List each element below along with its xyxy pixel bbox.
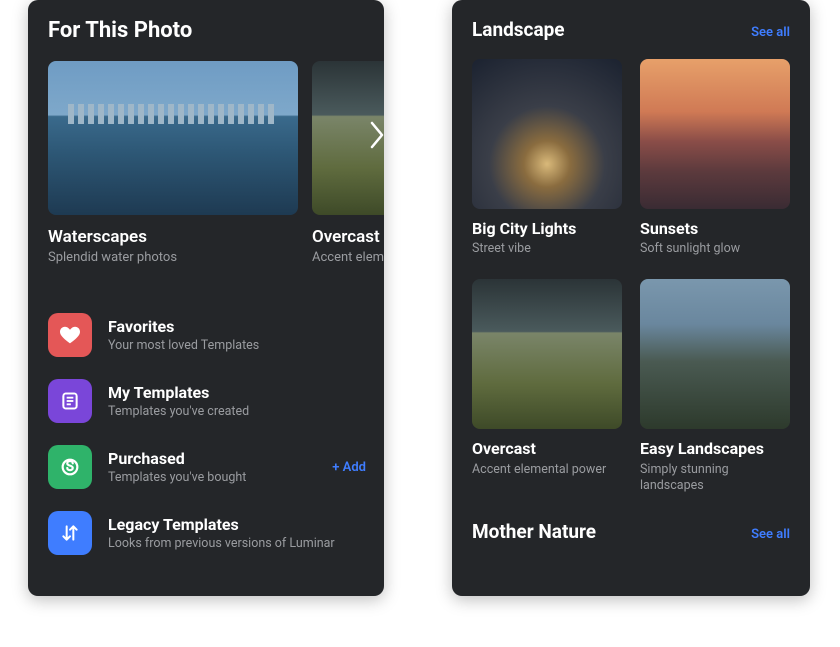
carousel-card[interactable]: Overcast Accent elemental	[312, 61, 384, 265]
menu-item-favorites[interactable]: Favorites Your most loved Templates	[48, 313, 372, 357]
menu-item-title: My Templates	[108, 383, 372, 402]
template-menu: Favorites Your most loved Templates My T…	[48, 313, 384, 555]
menu-item-labels: Purchased Templates you've bought	[108, 449, 316, 485]
grid-card-subtitle: Accent elemental power	[472, 462, 622, 478]
template-carousel: Waterscapes Splendid water photos Overca…	[48, 61, 384, 265]
for-this-photo-panel: For This Photo Waterscapes Splendid wate…	[28, 0, 384, 596]
menu-item-my-templates[interactable]: My Templates Templates you've created	[48, 379, 372, 423]
grid-card-title: Easy Landscapes	[640, 439, 790, 458]
carousel-card-title: Overcast	[312, 227, 384, 247]
menu-item-labels: Favorites Your most loved Templates	[108, 317, 372, 353]
grid-card-title: Overcast	[472, 439, 622, 458]
grid-card-subtitle: Street vibe	[472, 241, 622, 257]
menu-item-title: Legacy Templates	[108, 515, 372, 534]
grid-card-sunsets[interactable]: Sunsets Soft sunlight glow	[640, 59, 790, 257]
menu-item-labels: My Templates Templates you've created	[108, 383, 372, 419]
categories-panel: Landscape See all Big City Lights Street…	[452, 0, 810, 596]
thumb-overcast[interactable]	[312, 61, 384, 215]
carousel-card-title: Waterscapes	[48, 227, 298, 247]
grid-card-title: Sunsets	[640, 219, 790, 238]
section-title: Mother Nature	[472, 520, 596, 543]
thumb-big-city-lights[interactable]	[472, 59, 622, 209]
menu-item-subtitle: Templates you've created	[108, 404, 372, 419]
heart-icon	[48, 313, 92, 357]
grid-card-big-city-lights[interactable]: Big City Lights Street vibe	[472, 59, 622, 257]
section-header-row: Landscape See all	[472, 18, 790, 41]
carousel-card[interactable]: Waterscapes Splendid water photos	[48, 61, 298, 265]
carousel-card-subtitle: Splendid water photos	[48, 250, 298, 265]
menu-item-legacy[interactable]: Legacy Templates Looks from previous ver…	[48, 511, 372, 555]
purchased-icon	[48, 445, 92, 489]
carousel-card-subtitle: Accent elemental	[312, 250, 384, 265]
templates-icon	[48, 379, 92, 423]
see-all-link[interactable]: See all	[751, 25, 790, 40]
thumb-overcast[interactable]	[472, 279, 622, 429]
menu-item-title: Favorites	[108, 317, 372, 336]
panel-header: For This Photo	[48, 18, 384, 43]
carousel-next-icon[interactable]	[370, 121, 384, 155]
section-title: Landscape	[472, 18, 565, 41]
legacy-icon	[48, 511, 92, 555]
grid-card-subtitle: Soft sunlight glow	[640, 241, 790, 257]
grid-card-easy-landscapes[interactable]: Easy Landscapes Simply stunning landscap…	[640, 279, 790, 494]
thumb-waterscapes[interactable]	[48, 61, 298, 215]
menu-item-subtitle: Templates you've bought	[108, 470, 316, 485]
grid-card-subtitle: Simply stunning landscapes	[640, 462, 790, 495]
thumb-easy-landscapes[interactable]	[640, 279, 790, 429]
menu-item-subtitle: Your most loved Templates	[108, 338, 372, 353]
see-all-link[interactable]: See all	[751, 527, 790, 542]
landscape-grid: Big City Lights Street vibe Sunsets Soft…	[472, 59, 790, 494]
section-header-row: Mother Nature See all	[472, 520, 790, 543]
grid-card-title: Big City Lights	[472, 219, 622, 238]
menu-item-title: Purchased	[108, 449, 316, 468]
thumb-sunsets[interactable]	[640, 59, 790, 209]
menu-item-labels: Legacy Templates Looks from previous ver…	[108, 515, 372, 551]
add-button[interactable]: + Add	[332, 460, 366, 475]
menu-item-subtitle: Looks from previous versions of Luminar	[108, 536, 372, 551]
grid-card-overcast[interactable]: Overcast Accent elemental power	[472, 279, 622, 494]
menu-item-purchased[interactable]: Purchased Templates you've bought + Add	[48, 445, 372, 489]
